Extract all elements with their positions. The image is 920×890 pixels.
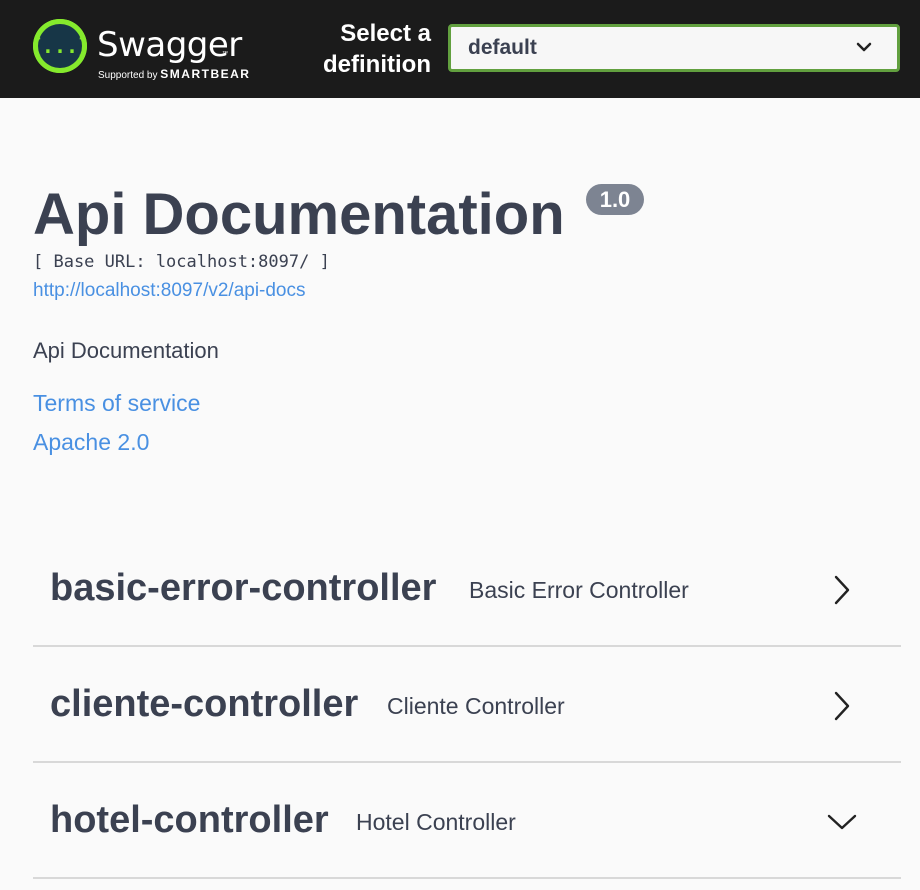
tag-description: Cliente Controller xyxy=(387,693,565,719)
logo-supported-by: Supported by SMARTBEAR xyxy=(98,67,250,81)
chevron-down-icon xyxy=(856,42,872,52)
tag-name[interactable]: basic-error-controller xyxy=(50,566,436,610)
logo-wordmark[interactable]: Swagger xyxy=(97,25,242,65)
chevron-down-icon[interactable] xyxy=(826,812,858,832)
topbar: {...} Swagger ™ Supported by SMARTBEAR S… xyxy=(0,0,920,98)
chevron-right-icon[interactable] xyxy=(830,574,854,606)
version-badge: 1.0 xyxy=(586,184,644,215)
tag-description: Hotel Controller xyxy=(356,809,516,835)
tag-section-hotel-controller[interactable]: hotel-controller Hotel Controller xyxy=(33,764,901,879)
definition-select-value: default xyxy=(468,36,537,59)
logo-trademark: ™ xyxy=(222,51,228,57)
select-definition-label: Select a definition xyxy=(323,20,431,78)
supported-by-text: Supported by xyxy=(98,70,158,81)
base-url: [ Base URL: localhost:8097/ ] xyxy=(33,252,330,272)
tag-section-basic-error-controller[interactable]: basic-error-controller Basic Error Contr… xyxy=(33,532,901,647)
api-description: Api Documentation xyxy=(33,338,219,363)
page-title: Api Documentation xyxy=(33,182,565,247)
api-docs-link[interactable]: http://localhost:8097/v2/api-docs xyxy=(33,280,306,302)
svg-text:{...}: {...} xyxy=(33,34,87,58)
smartbear-text: SMARTBEAR xyxy=(160,67,251,81)
tag-description: Basic Error Controller xyxy=(469,577,689,603)
license-link[interactable]: Apache 2.0 xyxy=(33,429,149,456)
swagger-logo-icon[interactable]: {...} xyxy=(33,19,87,73)
definition-select[interactable]: default xyxy=(448,24,900,72)
terms-of-service-link[interactable]: Terms of service xyxy=(33,390,200,417)
tag-name[interactable]: cliente-controller xyxy=(50,682,358,726)
tag-name[interactable]: hotel-controller xyxy=(50,798,329,842)
chevron-right-icon[interactable] xyxy=(830,690,854,722)
tag-section-cliente-controller[interactable]: cliente-controller Cliente Controller xyxy=(33,648,901,763)
